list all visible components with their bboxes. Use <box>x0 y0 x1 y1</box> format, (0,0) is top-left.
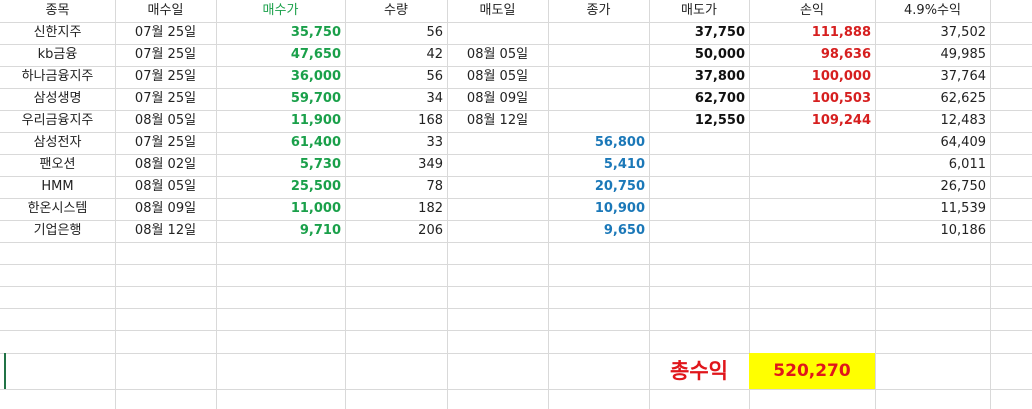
cell-buy-date[interactable]: 07월 25일 <box>115 88 216 110</box>
cell-close[interactable]: 10,900 <box>548 198 649 220</box>
header-profit-49[interactable]: 4.9%수익 <box>875 0 990 22</box>
cell-stock[interactable]: 한온시스템 <box>0 198 115 220</box>
cell-stock[interactable]: 삼성생명 <box>0 88 115 110</box>
cell-qty[interactable]: 78 <box>345 176 447 198</box>
cell-profit-49[interactable]: 62,625 <box>875 88 990 110</box>
header-sell-date[interactable]: 매도일 <box>447 0 548 22</box>
cell-buy-price[interactable]: 59,700 <box>216 88 345 110</box>
cell-close[interactable]: 20,750 <box>548 176 649 198</box>
header-profit[interactable]: 손익 <box>749 0 875 22</box>
cell-qty[interactable]: 34 <box>345 88 447 110</box>
grid-row-line <box>0 242 1032 243</box>
cell-buy-price[interactable]: 11,000 <box>216 198 345 220</box>
cell-buy-price[interactable]: 5,730 <box>216 154 345 176</box>
cell-profit-49[interactable]: 26,750 <box>875 176 990 198</box>
grid-row-line <box>0 286 1032 287</box>
cell-buy-price[interactable]: 11,900 <box>216 110 345 132</box>
header-buy-date[interactable]: 매수일 <box>115 0 216 22</box>
cell-stock[interactable]: 신한지주 <box>0 22 115 44</box>
cell-profit-49[interactable]: 11,539 <box>875 198 990 220</box>
cell-buy-price[interactable]: 47,650 <box>216 44 345 66</box>
cell-stock[interactable]: 기업은행 <box>0 220 115 242</box>
grid-row-line <box>0 353 1032 354</box>
cell-sell-price[interactable]: 50,000 <box>649 44 749 66</box>
cell-stock[interactable]: 삼성전자 <box>0 132 115 154</box>
cell-sell-price[interactable]: 62,700 <box>649 88 749 110</box>
cell-buy-date[interactable]: 08월 05일 <box>115 176 216 198</box>
cell-buy-price[interactable]: 61,400 <box>216 132 345 154</box>
cell-buy-price[interactable]: 9,710 <box>216 220 345 242</box>
grid-column-line <box>990 0 991 409</box>
cell-buy-date[interactable]: 08월 09일 <box>115 198 216 220</box>
cell-qty[interactable]: 206 <box>345 220 447 242</box>
cell-qty[interactable]: 56 <box>345 22 447 44</box>
cell-stock[interactable]: 하나금융지주 <box>0 66 115 88</box>
cell-qty[interactable]: 33 <box>345 132 447 154</box>
cell-sell-date[interactable]: 08월 05일 <box>447 66 548 88</box>
header-buy-price[interactable]: 매수가 <box>216 0 345 22</box>
cell-profit-49[interactable]: 37,502 <box>875 22 990 44</box>
grid-row-line <box>0 264 1032 265</box>
cell-profit-49[interactable]: 6,011 <box>875 154 990 176</box>
cell-profit-49[interactable]: 64,409 <box>875 132 990 154</box>
cell-profit[interactable]: 109,244 <box>749 110 875 132</box>
cell-profit-49[interactable]: 12,483 <box>875 110 990 132</box>
cell-profit-49[interactable]: 49,985 <box>875 44 990 66</box>
cell-close[interactable]: 9,650 <box>548 220 649 242</box>
header-qty[interactable]: 수량 <box>345 0 447 22</box>
cell-close[interactable]: 56,800 <box>548 132 649 154</box>
cell-sell-price[interactable]: 12,550 <box>649 110 749 132</box>
selected-cell-edge <box>4 353 6 389</box>
cell-stock[interactable]: HMM <box>0 176 115 198</box>
cell-buy-date[interactable]: 08월 02일 <box>115 154 216 176</box>
cell-profit[interactable]: 100,503 <box>749 88 875 110</box>
cell-sell-price[interactable]: 37,750 <box>649 22 749 44</box>
grid-row-line <box>0 330 1032 331</box>
cell-profit-49[interactable]: 10,186 <box>875 220 990 242</box>
cell-profit[interactable]: 98,636 <box>749 44 875 66</box>
cell-buy-date[interactable]: 07월 25일 <box>115 66 216 88</box>
cell-buy-price[interactable]: 25,500 <box>216 176 345 198</box>
cell-buy-date[interactable]: 07월 25일 <box>115 132 216 154</box>
cell-sell-price[interactable]: 37,800 <box>649 66 749 88</box>
total-profit-value[interactable]: 520,270 <box>749 353 875 389</box>
cell-stock[interactable]: 우리금융지주 <box>0 110 115 132</box>
spreadsheet-grid[interactable]: 종목 매수일 매수가 수량 매도일 종가 매도가 손익 4.9%수익 신한지주 07월 25일 35,… <box>0 0 1032 409</box>
cell-qty[interactable]: 168 <box>345 110 447 132</box>
cell-qty[interactable]: 349 <box>345 154 447 176</box>
cell-buy-date[interactable]: 08월 05일 <box>115 110 216 132</box>
cell-profit[interactable]: 100,000 <box>749 66 875 88</box>
total-profit-label[interactable]: 총수익 <box>650 354 748 388</box>
grid-row-line <box>0 389 1032 390</box>
cell-profit[interactable]: 111,888 <box>749 22 875 44</box>
cell-buy-price[interactable]: 35,750 <box>216 22 345 44</box>
cell-profit-49[interactable]: 37,764 <box>875 66 990 88</box>
cell-stock[interactable]: 팬오션 <box>0 154 115 176</box>
cell-buy-price[interactable]: 36,000 <box>216 66 345 88</box>
cell-buy-date[interactable]: 07월 25일 <box>115 44 216 66</box>
cell-qty[interactable]: 182 <box>345 198 447 220</box>
cell-buy-date[interactable]: 07월 25일 <box>115 22 216 44</box>
cell-buy-date[interactable]: 08월 12일 <box>115 220 216 242</box>
cell-stock[interactable]: kb금융 <box>0 44 115 66</box>
cell-qty[interactable]: 56 <box>345 66 447 88</box>
header-stock[interactable]: 종목 <box>0 0 115 22</box>
cell-sell-date[interactable]: 08월 05일 <box>447 44 548 66</box>
cell-close[interactable]: 5,410 <box>548 154 649 176</box>
cell-qty[interactable]: 42 <box>345 44 447 66</box>
header-close[interactable]: 종가 <box>548 0 649 22</box>
header-sell-price[interactable]: 매도가 <box>649 0 749 22</box>
cell-sell-date[interactable]: 08월 12일 <box>447 110 548 132</box>
grid-row-line <box>0 308 1032 309</box>
cell-sell-date[interactable]: 08월 09일 <box>447 88 548 110</box>
